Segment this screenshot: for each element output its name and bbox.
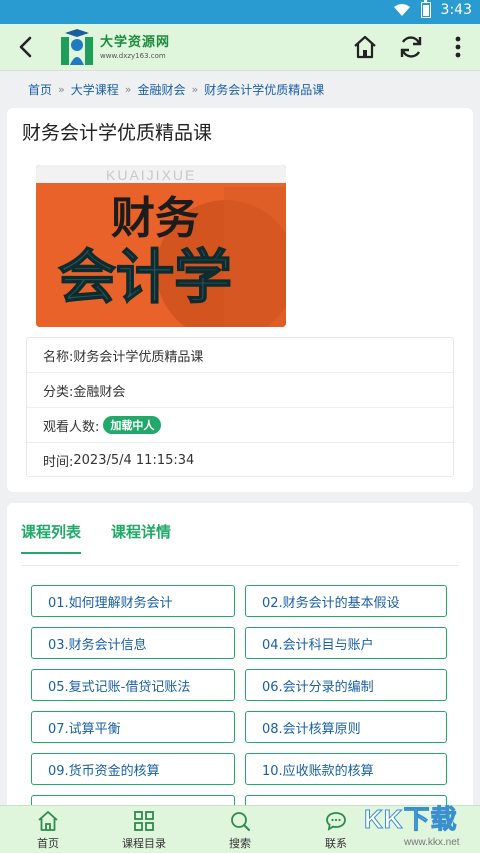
breadcrumb-home[interactable]: 首页 [28,81,52,98]
grid-icon [134,810,154,831]
status-time: 3:43 [440,2,472,18]
cover-title-line1: 财务 [111,193,199,244]
tab-course-details[interactable]: 课程详情 [111,521,171,554]
home-icon[interactable] [351,33,379,61]
nav-catalog-label: 课程目录 [122,836,166,850]
logo-title: 大学资源网 [100,35,171,50]
nav-search-label: 搜索 [229,836,251,850]
lesson-item[interactable]: 05.复式记账-借贷记账法 [31,669,235,701]
lesson-item[interactable]: 09.货币资金的核算 [31,753,235,785]
logo-url: www.dxzy163.com [100,52,166,60]
lesson-item[interactable]: 10.应收账款的核算 [245,753,447,785]
lesson-item[interactable]: 02.财务会计的基本假设 [245,585,447,617]
viewers-badge: 加载中人 [103,416,162,434]
breadcrumb-separator: » [124,83,132,96]
chat-icon [326,811,346,831]
category-value: 金融财会 [73,384,126,400]
wifi-icon [393,4,410,16]
cover-title-line2: 会计学 [58,243,232,311]
page-title: 财务会计学优质精品课 [22,122,213,144]
name-value: 财务会计学优质精品课 [73,349,204,365]
tab-course-list[interactable]: 课程列表 [21,521,82,554]
info-row-name: 名称: 财务会计学优质精品课 [27,338,453,373]
nav-home-label: 首页 [37,836,59,850]
app-bar: 大学资源网 www.dxzy163.com [0,24,480,70]
breadcrumb-separator: » [191,83,199,96]
course-cover-image: KUAIJIXUE 财务 会计学 [36,165,286,327]
info-row-viewers: 观看人数: 加载中人 [27,408,453,443]
info-row-time: 时间: 2023/5/4 11:15:34 [27,443,453,478]
course-details-table: 名称: 财务会计学优质精品课 分类: 金融财会 观看人数: 加载中人 时间: 2… [26,337,454,477]
nav-search[interactable]: 搜索 [192,806,288,853]
breadcrumb-separator: » [58,83,65,96]
name-label: 名称: [43,349,74,365]
watermark-url: www.kkx.net [404,837,460,848]
tab-divider [21,565,459,566]
course-info-card: 财务会计学优质精品课 KUAIJIXUE 财务 会计学 名称: 财务会计学优质精… [7,108,473,492]
more-vertical-icon[interactable] [444,33,472,61]
time-label: 时间: [43,455,74,470]
lesson-item[interactable]: 01.如何理解财务会计 [31,585,235,617]
watermark-logo: KK下载 www.kkx.net [360,795,480,853]
nav-home[interactable]: 首页 [0,806,96,853]
battery-icon [420,0,431,18]
lesson-item[interactable]: 04.会计科目与账户 [245,627,447,659]
watermark-text: KK下载 [364,804,458,835]
refresh-icon[interactable] [397,33,425,61]
lesson-item[interactable]: 07.试算平衡 [31,711,235,743]
lesson-item[interactable]: 03.财务会计信息 [31,627,235,659]
breadcrumb-current[interactable]: 财务会计学优质精品课 [204,81,324,98]
info-row-category: 分类: 金融财会 [27,373,453,408]
home-icon [38,810,58,831]
breadcrumb: 首页 » 大学课程 » 金融财会 » 财务会计学优质精品课 [0,70,480,108]
nav-catalog[interactable]: 课程目录 [96,806,192,853]
back-arrow-icon[interactable] [12,33,40,61]
breadcrumb-courses[interactable]: 大学课程 [71,81,119,98]
cover-pinyin: KUAIJIXUE [106,167,196,183]
logo-mark-icon [61,29,93,65]
site-logo[interactable]: 大学资源网 www.dxzy163.com [58,28,170,68]
category-label: 分类: [43,384,74,400]
nav-contact-label: 联系 [325,836,347,850]
breadcrumb-category[interactable]: 金融财会 [138,81,186,98]
time-value: 2023/5/4 11:15:34 [73,453,195,468]
lesson-list: 01.如何理解财务会计 02.财务会计的基本假设 03.财务会计信息 04.会计… [31,585,447,827]
lesson-item[interactable]: 06.会计分录的编制 [245,669,447,701]
viewers-label: 观看人数: [43,419,100,435]
tab-bar: 课程列表 课程详情 [21,521,171,554]
search-icon [231,811,250,831]
lesson-item[interactable]: 08.会计核算原则 [245,711,447,743]
status-bar: 3:43 [0,0,480,24]
